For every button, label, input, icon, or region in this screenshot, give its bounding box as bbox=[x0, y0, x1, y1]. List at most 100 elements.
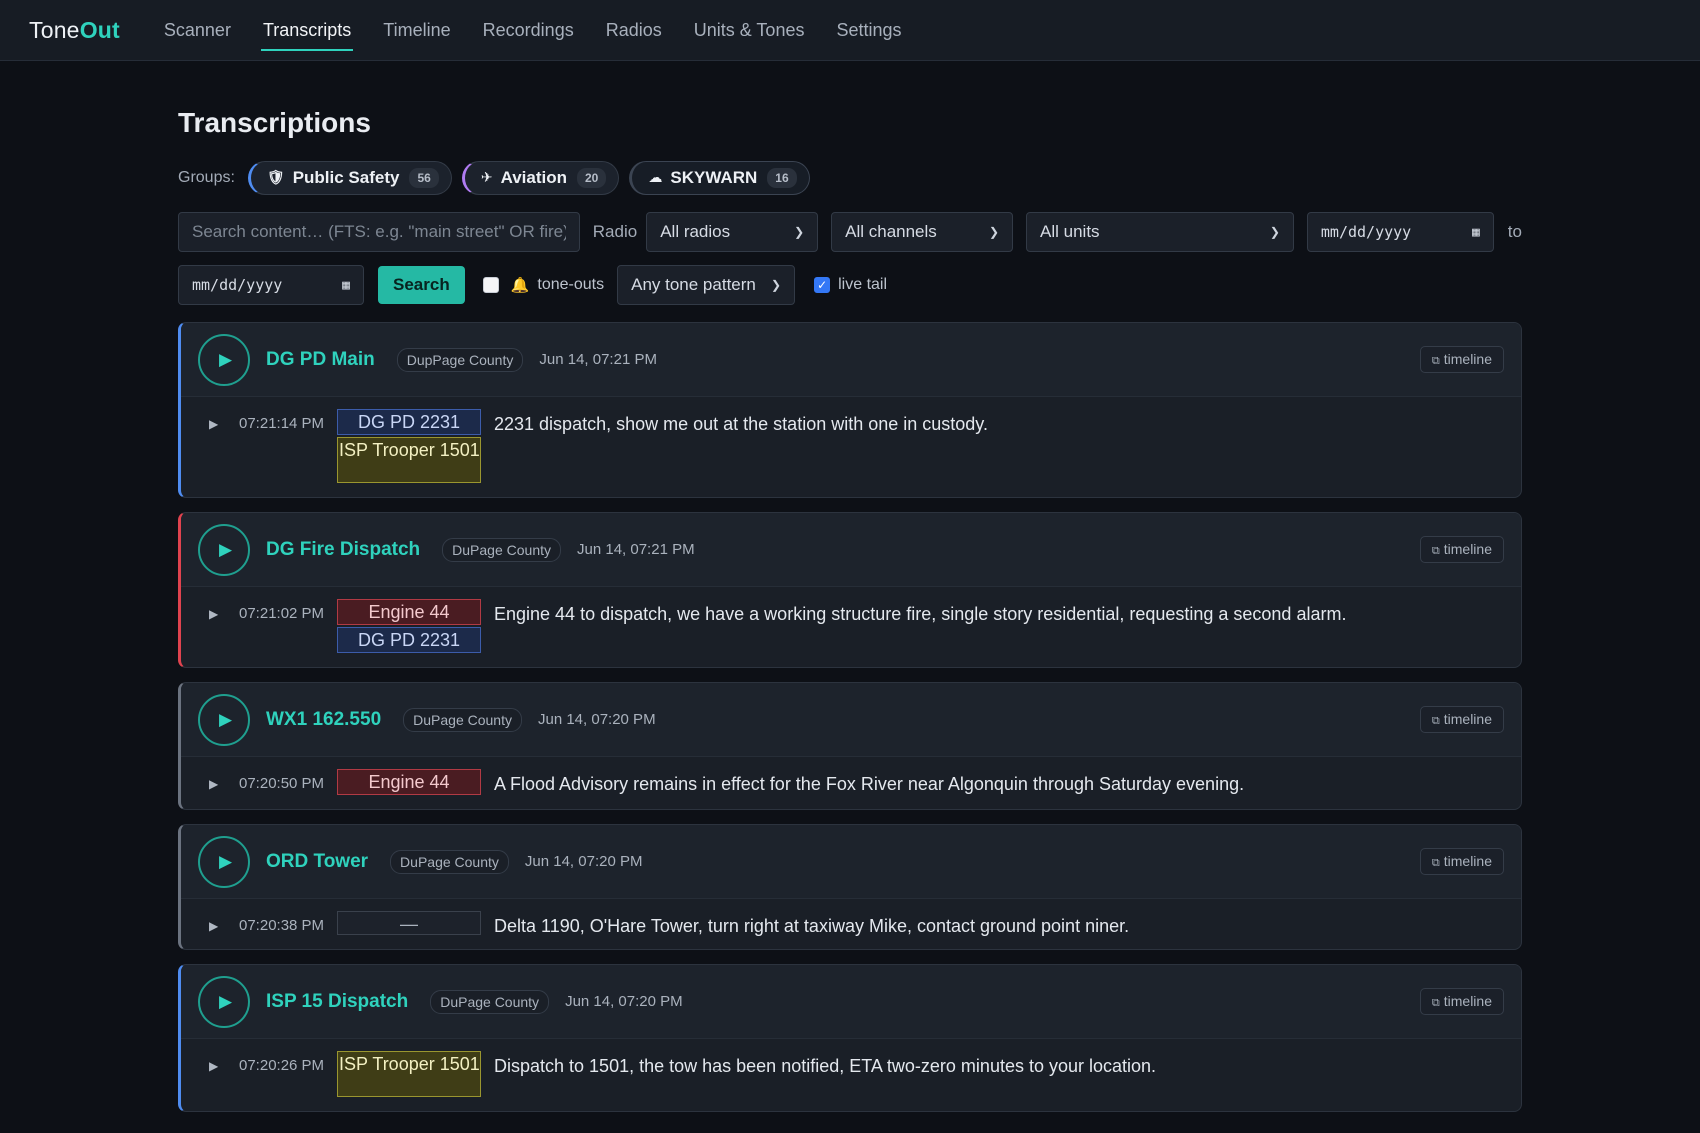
row-time: 07:21:14 PM bbox=[239, 415, 325, 432]
date-from-value: mm/dd/yyyy bbox=[1320, 223, 1412, 241]
timeline-button[interactable]: ⧉ timeline bbox=[1419, 346, 1504, 373]
date-from-input[interactable]: mm/dd/yyyy ▦ bbox=[1306, 212, 1494, 252]
group-chip-public-safety[interactable]: 🛡 Public Safety 56 bbox=[247, 160, 452, 195]
unit-tag[interactable]: Engine 44 bbox=[337, 769, 481, 795]
play-icon[interactable]: ▶ bbox=[198, 333, 250, 386]
group-chip-label: SKYWARN bbox=[670, 167, 758, 187]
play-icon[interactable]: ▶ bbox=[198, 523, 250, 576]
unit-tag[interactable]: Engine 44 bbox=[337, 599, 481, 625]
nav-tab-recordings[interactable]: Recordings bbox=[481, 12, 576, 49]
unit-tags: Engine 44 bbox=[337, 769, 481, 797]
card-timestamp: Jun 14, 07:20 PM bbox=[524, 853, 643, 870]
transcript-card: ▶ DG Fire Dispatch DuPage County Jun 14,… bbox=[178, 512, 1522, 668]
card-timestamp: Jun 14, 07:21 PM bbox=[539, 351, 657, 368]
unit-tag[interactable]: ISP Trooper 1501 bbox=[337, 437, 481, 483]
chevron-down-icon: ❯ bbox=[794, 225, 805, 239]
group-chip-skywarn[interactable]: ☁ SKYWARN 16 bbox=[629, 160, 810, 195]
radio-select[interactable]: All radios ❯ bbox=[646, 212, 819, 252]
unit-tags: — bbox=[337, 911, 481, 937]
play-icon[interactable]: ▶ bbox=[198, 835, 250, 888]
live-tail-checkbox[interactable]: ✓ bbox=[814, 277, 831, 293]
play-icon[interactable]: ▶ bbox=[209, 777, 239, 791]
live-tail-label: live tail bbox=[838, 276, 888, 293]
nav-tab-timeline[interactable]: Timeline bbox=[381, 12, 452, 49]
nav-tab-radios[interactable]: Radios bbox=[604, 12, 664, 49]
unit-select-value: All units bbox=[1040, 222, 1100, 241]
transcript-card: ▶ ORD Tower DuPage County Jun 14, 07:20 … bbox=[178, 824, 1522, 950]
logo-main: Tone bbox=[29, 16, 80, 43]
card-timestamp: Jun 14, 07:20 PM bbox=[537, 711, 656, 728]
transcript-list: ▶ DG PD Main DupPage County Jun 14, 07:2… bbox=[178, 322, 1522, 1112]
channel-name[interactable]: DG Fire Dispatch bbox=[266, 539, 420, 561]
search-input[interactable] bbox=[178, 212, 580, 252]
unit-select[interactable]: All units ❯ bbox=[1026, 212, 1294, 252]
nav-tab-transcripts[interactable]: Transcripts bbox=[260, 12, 354, 51]
radio-select-value: All radios bbox=[660, 222, 731, 241]
page-title: Transcriptions bbox=[178, 107, 371, 138]
transcript-row: ▶ 07:20:50 PM Engine 44 A Flood Advisory… bbox=[181, 757, 1521, 809]
transcript-row: ▶ 07:21:02 PM Engine 44 DG PD 2231 Engin… bbox=[181, 587, 1521, 667]
unit-tags: ISP Trooper 1501 bbox=[337, 1051, 481, 1099]
nav-tab-settings[interactable]: Settings bbox=[834, 12, 903, 49]
county-badge: DuPage County bbox=[430, 989, 550, 1014]
channel-name[interactable]: ORD Tower bbox=[266, 851, 368, 873]
play-icon[interactable]: ▶ bbox=[198, 975, 250, 1028]
timeline-button[interactable]: ⧉ timeline bbox=[1419, 536, 1504, 563]
app-logo[interactable]: ToneOut bbox=[29, 17, 120, 44]
channel-name[interactable]: ISP 15 Dispatch bbox=[266, 991, 408, 1013]
nav-tab-scanner[interactable]: Scanner bbox=[162, 12, 233, 49]
calendar-icon[interactable]: ▦ bbox=[342, 278, 350, 293]
county-badge: DupPage County bbox=[396, 347, 524, 372]
play-icon[interactable]: ▶ bbox=[198, 693, 250, 746]
date-to-input[interactable]: mm/dd/yyyy ▦ bbox=[178, 265, 364, 305]
group-chip-count: 16 bbox=[767, 167, 797, 188]
timeline-label: timeline bbox=[1443, 711, 1492, 727]
transcript-text: Delta 1190, O'Hare Tower, turn right at … bbox=[494, 916, 1130, 936]
bell-icon: 🔔 bbox=[510, 277, 530, 294]
timeline-label: timeline bbox=[1443, 351, 1492, 367]
unit-tag[interactable]: ISP Trooper 1501 bbox=[337, 1051, 481, 1097]
play-icon[interactable]: ▶ bbox=[209, 1059, 239, 1073]
unit-tag[interactable]: DG PD 2231 bbox=[337, 409, 481, 435]
card-header: ▶ WX1 162.550 DuPage County Jun 14, 07:2… bbox=[181, 683, 1521, 757]
timeline-button[interactable]: ⧉ timeline bbox=[1419, 848, 1504, 875]
external-link-icon: ⧉ bbox=[1431, 715, 1440, 727]
radio-label: Radio bbox=[592, 222, 638, 241]
group-chip-aviation[interactable]: ✈ Aviation 20 bbox=[461, 160, 620, 195]
transcript-text: Engine 44 to dispatch, we have a working… bbox=[494, 604, 1347, 624]
row-time: 07:20:38 PM bbox=[239, 917, 325, 934]
cloud-icon: ☁ bbox=[648, 169, 663, 185]
main-content: Transcriptions Groups: 🛡 Public Safety 5… bbox=[178, 61, 1522, 1126]
channel-name[interactable]: WX1 162.550 bbox=[266, 709, 381, 731]
unit-tag[interactable]: DG PD 2231 bbox=[337, 627, 481, 653]
row-time: 07:20:26 PM bbox=[239, 1057, 325, 1074]
search-button[interactable]: Search bbox=[378, 266, 465, 304]
filters-row-2: mm/dd/yyyy ▦ Search 🔔 tone-outs Any tone… bbox=[178, 265, 1522, 305]
row-time: 07:20:50 PM bbox=[239, 775, 325, 792]
unit-tags: Engine 44 DG PD 2231 bbox=[337, 599, 481, 655]
transcript-card: ▶ DG PD Main DupPage County Jun 14, 07:2… bbox=[178, 322, 1522, 498]
group-chip-count: 20 bbox=[577, 167, 607, 188]
play-icon[interactable]: ▶ bbox=[209, 417, 239, 431]
channel-name[interactable]: DG PD Main bbox=[266, 349, 375, 371]
card-header: ▶ ISP 15 Dispatch DuPage County Jun 14, … bbox=[181, 965, 1521, 1039]
nav-tab-units-tones[interactable]: Units & Tones bbox=[692, 12, 807, 49]
timeline-button[interactable]: ⧉ timeline bbox=[1419, 988, 1504, 1015]
channel-select[interactable]: All channels ❯ bbox=[831, 212, 1014, 252]
airplane-icon: ✈ bbox=[480, 169, 493, 185]
group-chip-label: Public Safety bbox=[292, 167, 400, 187]
timeline-label: timeline bbox=[1443, 541, 1492, 557]
toneouts-checkbox[interactable] bbox=[482, 277, 499, 293]
play-icon[interactable]: ▶ bbox=[209, 919, 239, 933]
transcript-text: A Flood Advisory remains in effect for t… bbox=[494, 774, 1245, 794]
groups-label: Groups: bbox=[178, 168, 235, 186]
timeline-button[interactable]: ⧉ timeline bbox=[1419, 706, 1504, 733]
county-badge: DuPage County bbox=[390, 849, 509, 874]
county-badge: DuPage County bbox=[403, 707, 522, 732]
county-badge: DuPage County bbox=[442, 537, 561, 562]
calendar-icon[interactable]: ▦ bbox=[1472, 225, 1480, 240]
play-icon[interactable]: ▶ bbox=[209, 607, 239, 621]
tone-pattern-select[interactable]: Any tone pattern ❯ bbox=[617, 265, 796, 305]
transcript-row: ▶ 07:21:14 PM DG PD 2231 ISP Trooper 150… bbox=[181, 397, 1521, 497]
external-link-icon: ⧉ bbox=[1431, 997, 1440, 1009]
